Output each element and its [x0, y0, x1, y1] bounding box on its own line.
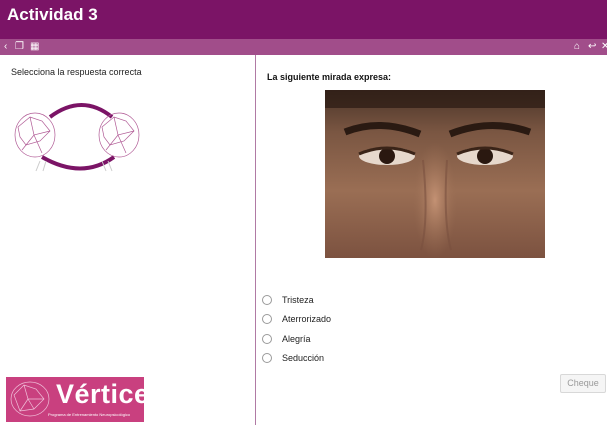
toolbar: ‹ ❐ ▦ ⌂ ↩ ✕ — [0, 39, 607, 55]
check-button[interactable]: Cheque — [560, 374, 606, 393]
brand-subtitle: Programa de Entrenamiento Neuropsicológi… — [48, 412, 131, 417]
brand-banner: Vértice Programa de Entrenamiento Neurop… — [6, 377, 144, 422]
option-label: Seducción — [282, 353, 325, 364]
close-icon[interactable]: ✕ — [601, 40, 607, 53]
radio-button[interactable] — [262, 353, 272, 364]
brand-brain-icon — [10, 381, 50, 417]
page-title: Actividad 3 — [7, 5, 98, 24]
window-icon[interactable]: ❐ — [15, 40, 24, 53]
option-label: Alegría — [282, 333, 311, 344]
reply-icon[interactable]: ↩ — [588, 40, 596, 53]
left-panel: Selecciona la respuesta correcta Vértice… — [0, 55, 256, 425]
question-panel: La siguiente mirada expresa: Tristeza At… — [256, 55, 607, 425]
option-seduccion[interactable]: Seducción — [262, 349, 331, 369]
calendar-icon[interactable]: ▦ — [30, 40, 39, 53]
instruction-text: Selecciona la respuesta correcta — [11, 67, 142, 77]
brand-name: Vértice — [56, 379, 144, 409]
option-label: Aterrorizado — [282, 314, 332, 325]
eyes-photo — [325, 90, 545, 258]
title-bar: Actividad 3 — [0, 0, 607, 39]
answer-options: Tristeza Aterrorizado Alegría Seducción — [262, 290, 331, 368]
chevron-left-icon[interactable]: ‹ — [4, 40, 7, 53]
option-tristeza[interactable]: Tristeza — [262, 290, 331, 310]
radio-button[interactable] — [262, 294, 272, 305]
home-icon[interactable]: ⌂ — [574, 40, 580, 53]
radio-button[interactable] — [262, 314, 272, 325]
question-prompt: La siguiente mirada expresa: — [267, 72, 392, 82]
option-label: Tristeza — [282, 294, 314, 305]
option-aterrorizado[interactable]: Aterrorizado — [262, 310, 331, 330]
brain-logo-icon — [14, 103, 140, 172]
radio-button[interactable] — [262, 333, 272, 344]
option-alegria[interactable]: Alegría — [262, 329, 331, 349]
